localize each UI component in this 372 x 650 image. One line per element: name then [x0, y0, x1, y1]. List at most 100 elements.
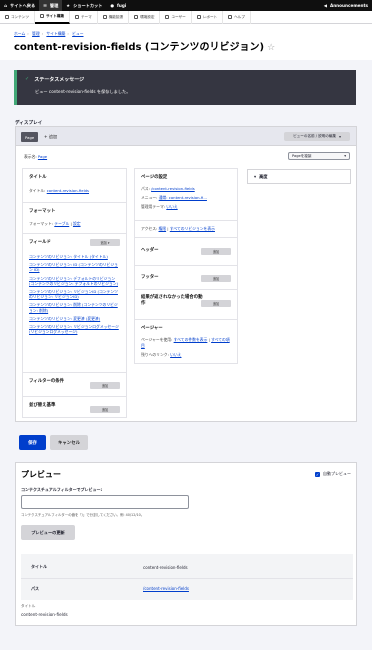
display-name: 表示名: Page [24, 154, 48, 159]
announcements-tab[interactable]: ◀ Announcements [320, 0, 372, 11]
pager-section: ページャー ページャーを使用: すべての件数を表示 | すべての項目 残りへのリ… [141, 326, 230, 357]
sort-add-button[interactable]: 追加 [90, 406, 120, 413]
edit-view-dropdown[interactable]: ビューの名前 / 説明の編集 ▾ [284, 132, 350, 141]
access-link[interactable]: 権限 [159, 226, 167, 231]
format-section: フォーマット フォーマット: テーブル | 設定 [23, 203, 126, 234]
content-icon [5, 15, 9, 19]
field-link[interactable]: コンテンツのリビジョン: リビジョンログメッセージ (リビジョンログメッセージ) [29, 324, 120, 334]
field-link[interactable]: コンテンツのリビジョン: 削除 (コンテンツのリビジョン: 削除) [29, 302, 120, 312]
cancel-button[interactable]: キャンセル [50, 435, 88, 450]
tray-appearance[interactable]: テーマ [70, 10, 98, 24]
path-link[interactable]: /content-revision-fields [151, 186, 195, 191]
field-link[interactable]: コンテンツのリビジョン: リビジョンID (コンテンツのリビジョン: リビジョン… [29, 289, 120, 299]
field-link[interactable]: コンテンツのリビジョン: 変更済 (変更済) [29, 316, 120, 321]
tray-structure[interactable]: サイト構築 [34, 10, 70, 24]
auto-preview-checkbox[interactable]: ✓ 自動プレビュー [315, 471, 351, 477]
wrench-icon [134, 15, 139, 19]
display-settings: 表示名: Page Pageを複製 ▾ タイトル タイトル: content-re… [15, 146, 357, 422]
column-first: タイトル タイトル: content-revision-fields フォーマッ… [22, 168, 127, 418]
footer-add-button[interactable]: 追加 [201, 275, 231, 282]
filter-add-button[interactable]: 追加 [90, 382, 120, 389]
preview-title-value: content-revision-fields [21, 612, 68, 617]
structure-icon [39, 14, 44, 18]
more-link[interactable]: いいえ [170, 352, 181, 357]
admin-toolbar: ⌂ サイトへ戻る ☰ 管理 ★ ショートカット ● fugi ◀ Announcement… [0, 0, 372, 11]
tray-extend[interactable]: 機能拡張 [98, 10, 130, 24]
save-button[interactable]: 保存 [19, 435, 46, 450]
footer-section: フッター 追加 [135, 266, 237, 290]
page-settings-section: ページの設定 パス: /content-revision-fields メニュー… [135, 169, 237, 221]
field-link[interactable]: コンテンツのリビジョン: ID (コンテンツのリビジョン ID) [29, 262, 120, 272]
format-settings-link[interactable]: 設定 [73, 221, 81, 226]
preview-path-link[interactable]: /content-revision-fields [143, 586, 189, 591]
advanced-toggle[interactable]: ▾ 高度 [247, 169, 351, 184]
menu-link[interactable]: 通常: content-revision-fi... [159, 195, 207, 200]
preview-section: プレビュー ✓ 自動プレビュー コンテクスチュアルフィルターでプレビュー: コンテ… [15, 462, 357, 626]
menu-icon: ☰ [43, 3, 47, 8]
sort-section: 並び替え基準 追加 [23, 397, 126, 419]
chevron-down-icon: ▾ [339, 134, 341, 139]
page-title: content-revision-fields (コンテンツのリビジョン) ☆ [14, 42, 276, 53]
breadcrumb: ホーム › 管理 › サイト構築 › ビュー [14, 31, 84, 36]
breadcrumb-admin[interactable]: 管理 [32, 31, 40, 36]
display-tabs-bar: Page + 追加 ビューの名前 / 説明の編集 ▾ [15, 126, 357, 146]
header-section: ヘッダー 追加 [135, 238, 237, 266]
access-section: アクセス: 権限 | すべてのリビジョンを表示 [135, 221, 237, 238]
people-icon [165, 15, 170, 19]
title-section: タイトル タイトル: content-revision-fields [23, 169, 126, 203]
chevron-down-icon: ▾ [254, 174, 257, 179]
tray-people[interactable]: ユーザー [160, 10, 192, 24]
status-message: ✓ ステータスメッセージ ビュー content-revision-fields … [14, 70, 356, 105]
appearance-icon [74, 15, 79, 19]
display-name-link[interactable]: Page [38, 154, 47, 159]
home-icon: ⌂ [4, 3, 7, 8]
access-perm-link[interactable]: すべてのリビジョンを表示 [170, 226, 215, 231]
preview-row: パス /content-revision-fields [21, 578, 353, 598]
filter-section: フィルターの条件 追加 [23, 373, 126, 397]
reports-icon [196, 15, 201, 19]
checkbox-checked-icon: ✓ [315, 471, 320, 477]
contextual-filter-help: コンテクスチュアルフィルターの値を「/」で分割してください。例: 40/12/1… [21, 513, 145, 517]
title-value-link[interactable]: content-revision-fields [47, 188, 89, 193]
shortcuts-tab[interactable]: ★ ショートカット [62, 0, 106, 11]
tray-config[interactable]: 環境設定 [129, 10, 161, 24]
no-results-add-button[interactable]: 追加 [201, 300, 231, 307]
check-icon: ✓ [25, 76, 30, 82]
megaphone-icon: ◀ [323, 3, 327, 8]
pager-link[interactable]: すべての件数を表示 [174, 337, 208, 342]
back-to-site-link[interactable]: ⌂ サイトへ戻る [0, 0, 39, 11]
preview-heading: プレビュー [21, 470, 61, 479]
star-icon[interactable]: ☆ [267, 43, 275, 53]
page-action-dropdown[interactable]: Pageを複製 ▾ [288, 152, 350, 160]
contextual-filter-label: コンテクスチュアルフィルターでプレビュー: [21, 487, 103, 492]
preview-title-label: タイトル [21, 604, 36, 608]
header-add-button[interactable]: 追加 [201, 248, 231, 255]
admin-theme-link[interactable]: いいえ [166, 204, 177, 209]
fields-add-button[interactable]: 追加 ▾ [90, 239, 120, 246]
manage-tab[interactable]: ☰ 管理 [39, 0, 63, 11]
field-link[interactable]: コンテンツのリビジョン: タイトル (タイトル) [29, 254, 120, 259]
extend-icon [102, 15, 107, 19]
preview-row: タイトル content-revision-fields [31, 564, 188, 570]
star-icon: ★ [66, 3, 71, 8]
tray-reports[interactable]: レポート [192, 10, 224, 24]
preview-table: タイトル content-revision-fields パス /content… [21, 554, 353, 600]
user-icon: ● [110, 3, 115, 8]
update-preview-button[interactable]: プレビューの更新 [21, 525, 75, 540]
add-display-link[interactable]: + 追加 [44, 134, 57, 140]
format-table-link[interactable]: テーブル [54, 221, 69, 226]
chevron-down-icon: ▾ [344, 154, 346, 158]
column-second: ページの設定 パス: /content-revision-fields メニュー… [134, 168, 238, 364]
tab-page[interactable]: Page [21, 132, 39, 142]
admin-tray: コンテンツ サイト構築 テーマ 機能拡張 環境設定 ユーザー レポート ヘルプ [0, 10, 372, 24]
tray-content[interactable]: コンテンツ [0, 10, 35, 24]
breadcrumb-home[interactable]: ホーム [14, 31, 25, 36]
contextual-filter-input[interactable] [21, 495, 189, 509]
fields-section: フィールド 追加 ▾ コンテンツのリビジョン: タイトル (タイトル) コンテン… [23, 234, 126, 373]
tray-help[interactable]: ヘルプ [223, 10, 251, 24]
help-icon [228, 15, 233, 19]
breadcrumb-structure[interactable]: サイト構築 [46, 31, 65, 36]
breadcrumb-views[interactable]: ビュー [72, 31, 83, 36]
user-tab[interactable]: ● fugi [106, 0, 130, 11]
field-link[interactable]: コンテンツのリビジョン: デフォルトのリビジョン (コンテンツのリビジョン: デ… [29, 276, 120, 286]
